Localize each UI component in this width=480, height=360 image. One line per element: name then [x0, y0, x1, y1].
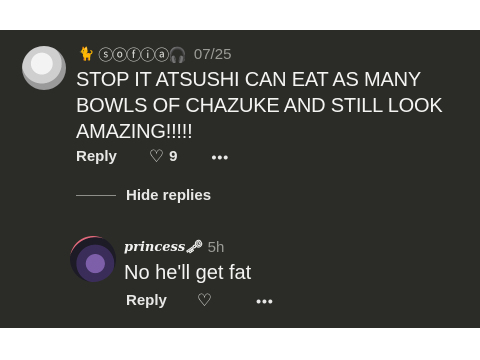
comment-text: STOP IT ATSUSHI CAN EAT AS MANY BOWLS OF…: [76, 69, 443, 143]
reply-reply-button[interactable]: Reply: [126, 292, 167, 309]
hide-replies-button[interactable]: Hide replies: [126, 187, 211, 204]
reply-more-options-icon[interactable]: •••: [256, 293, 274, 309]
reply-text: No he'll get fat: [124, 262, 252, 284]
comment-thread-panel: 🐈 ⓢⓞⓕⓘⓐ🎧 07/25 STOP IT ATSUSHI CAN EAT A…: [0, 30, 480, 328]
heart-icon: ♡: [148, 147, 165, 166]
reply-author[interactable]: princess🗝: [124, 240, 202, 255]
reply-avatar[interactable]: [70, 236, 116, 282]
more-options-icon[interactable]: •••: [211, 149, 229, 165]
like-button[interactable]: ♡ 9: [149, 148, 178, 165]
like-count: 9: [169, 148, 178, 165]
reply-like-button[interactable]: ♡: [197, 292, 212, 309]
cat-icon: 🐈: [78, 46, 95, 61]
avatar[interactable]: [22, 46, 66, 90]
comment-actions: Reply ♡ 9 •••: [76, 148, 229, 165]
comment-date: 07/25: [193, 45, 232, 63]
comment-meta: 🐈 ⓢⓞⓕⓘⓐ🎧 07/25: [78, 44, 231, 64]
hide-replies-row: Hide replies: [76, 185, 211, 205]
reply-button[interactable]: Reply: [76, 148, 117, 165]
comment-author-handle[interactable]: ⓢⓞⓕⓘⓐ🎧: [98, 44, 187, 65]
heart-icon: ♡: [196, 291, 213, 310]
divider: [76, 194, 116, 196]
reply-actions: Reply ♡ •••: [126, 292, 274, 309]
reply-meta: princess🗝 5h: [124, 238, 224, 256]
reply-time: 5h: [207, 238, 225, 256]
